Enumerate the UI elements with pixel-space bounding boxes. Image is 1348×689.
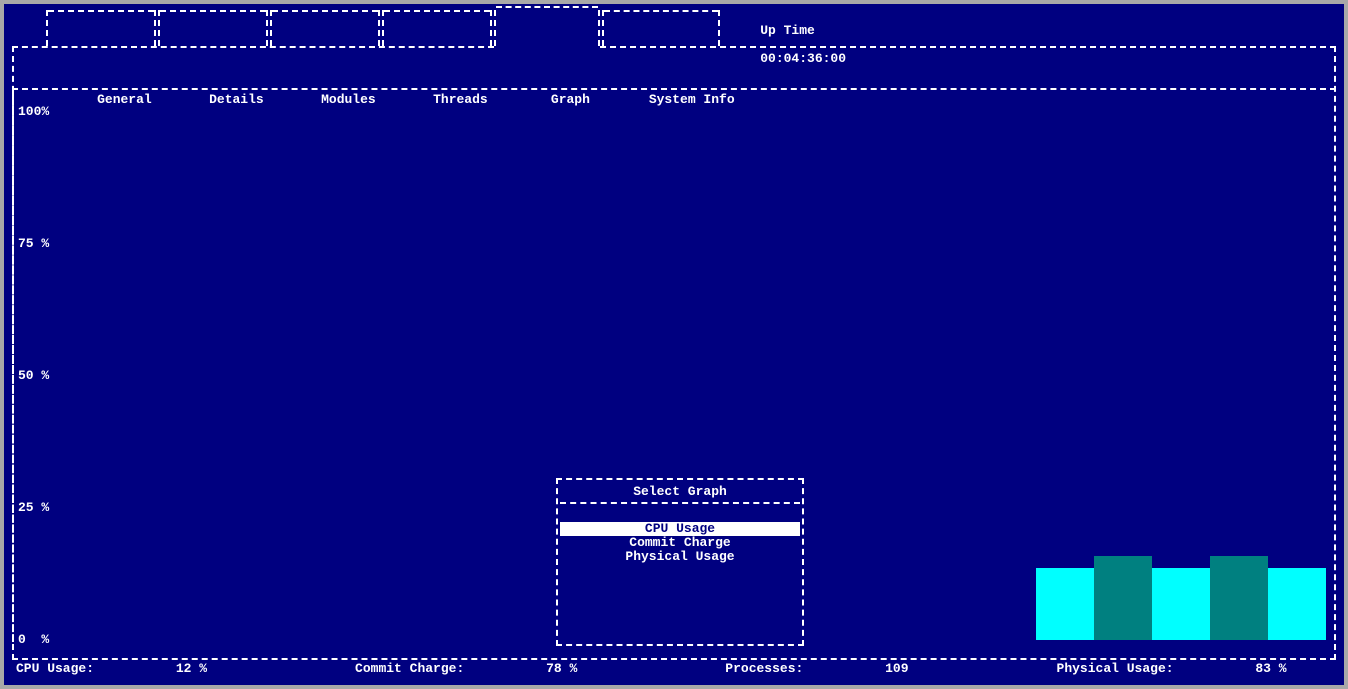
uptime-label: Up Time — [760, 23, 815, 38]
chart-bars — [1036, 560, 1326, 640]
status-physical: Physical Usage: 83 % — [1057, 661, 1348, 679]
ytick-25: 25 % — [18, 500, 49, 515]
dialog-item-physical-usage[interactable]: Physical Usage — [560, 550, 800, 564]
ytick-50: 50 % — [18, 368, 49, 383]
dialog-item-commit-charge[interactable]: Commit Charge — [560, 536, 800, 550]
tab-threads[interactable]: Threads — [382, 10, 492, 46]
tab-bar: General Details Modules Threads Graph Sy… — [4, 10, 1344, 50]
ytick-100: 100% — [18, 104, 49, 119]
app-screen: General Details Modules Threads Graph Sy… — [4, 4, 1344, 685]
ytick-75: 75 % — [18, 236, 49, 251]
status-processes: Processes: 109 — [725, 661, 982, 679]
chart-bar — [1152, 568, 1210, 640]
ytick-0: 0 % — [18, 632, 49, 647]
tab-details[interactable]: Details — [158, 10, 268, 46]
status-cpu: CPU Usage: 12 % — [16, 661, 281, 679]
dialog-items: CPU Usage Commit Charge Physical Usage — [560, 522, 800, 564]
select-graph-dialog: Select Graph CPU Usage Commit Charge Phy… — [556, 478, 804, 646]
chart-bar — [1268, 568, 1326, 640]
dialog-item-cpu-usage[interactable]: CPU Usage — [560, 522, 800, 536]
status-bar: CPU Usage: 12 % Commit Charge: 78 % Proc… — [16, 661, 1332, 679]
tab-graph[interactable]: Graph — [494, 10, 600, 46]
chart-bar — [1036, 568, 1094, 640]
dialog-title: Select Graph — [556, 484, 804, 499]
tab-system-info[interactable]: System Info — [602, 10, 720, 46]
tab-general[interactable]: General — [46, 10, 156, 46]
tab-modules[interactable]: Modules — [270, 10, 380, 46]
chart-bar — [1210, 556, 1268, 640]
status-commit: Commit Charge: 78 % — [355, 661, 651, 679]
chart-bar — [1094, 556, 1152, 640]
